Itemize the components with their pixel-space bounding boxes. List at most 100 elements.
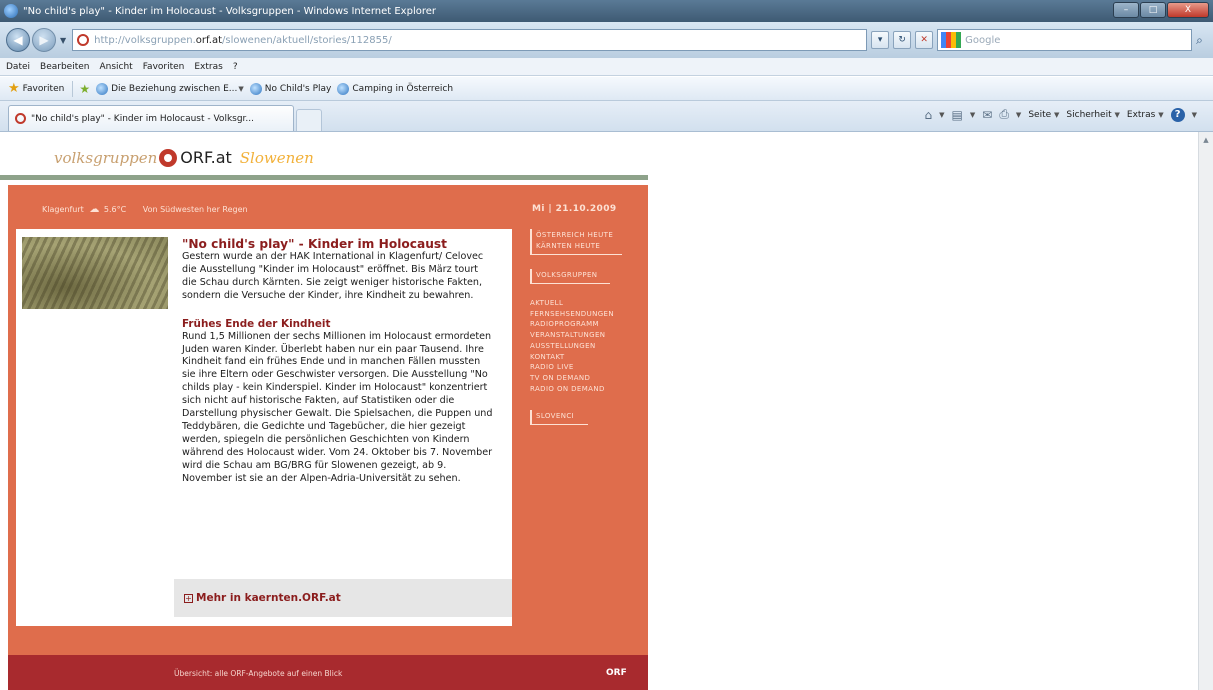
scroll-up-arrow-icon[interactable]: ▲ xyxy=(1199,136,1213,144)
address-tools: ▾ ↻ ✕ xyxy=(871,31,934,49)
site-footer: Übersicht: alle ORF-Angebote auf einen B… xyxy=(8,655,648,690)
maximize-button[interactable]: □ xyxy=(1140,2,1166,18)
address-bar[interactable]: http://volksgruppen. orf.at/slowenen/aktu… xyxy=(72,29,868,51)
nav-item-fernsehsendungen[interactable]: FERNSEHSENDUNGEN xyxy=(530,309,640,320)
nav-item-tv-on-demand[interactable]: TV ON DEMAND xyxy=(530,373,640,384)
favorite-link-3[interactable]: Camping in Österreich xyxy=(337,82,454,95)
nav-slovenci[interactable]: SLOVENCI xyxy=(530,410,588,426)
nav-item-radio-on-demand[interactable]: RADIO ON DEMAND xyxy=(530,384,640,395)
favorite-link-label: No Child's Play xyxy=(264,83,332,94)
plus-icon: + xyxy=(184,593,193,603)
page-menu[interactable]: Seite ▼ xyxy=(1028,110,1059,120)
brand-region: Slowenen xyxy=(239,148,314,167)
tools-menu[interactable]: Extras ▼ xyxy=(1127,110,1164,120)
orf-site-icon xyxy=(77,34,90,46)
nav-oesterreich-heute[interactable]: ÖSTERREICH HEUTE KÄRNTEN HEUTE xyxy=(530,229,622,255)
orf-logo-icon xyxy=(159,148,178,167)
brand-volksgruppen: volksgruppen xyxy=(54,148,158,167)
favorites-button[interactable]: Favoriten xyxy=(23,84,65,94)
favorites-bar: ★ Favoriten ★ Die Beziehung zwischen E..… xyxy=(0,77,1213,101)
tab-label: "No child's play" - Kinder im Holocaust … xyxy=(31,113,255,124)
nav-item-veranstaltungen[interactable]: VERANSTALTUNGEN xyxy=(530,330,640,341)
site-logo[interactable]: volksgruppen ORF.at Slowenen xyxy=(54,148,314,167)
article-image xyxy=(22,237,168,309)
nav-item-kontakt[interactable]: KONTAKT xyxy=(530,352,640,363)
current-date: Mi | 21.10.2009 xyxy=(532,204,617,214)
favorite-link-label: Die Beziehung zwischen E... xyxy=(111,83,238,94)
print-icon[interactable]: ⎙ xyxy=(999,107,1009,122)
menu-help[interactable]: ? xyxy=(233,62,238,72)
article: "No child's play" - Kinder im Holocaust … xyxy=(182,237,494,486)
nav-item-ausstellungen[interactable]: AUSSTELLUNGEN xyxy=(530,341,640,352)
mail-icon[interactable]: ✉ xyxy=(982,108,992,122)
url-path: /slowenen/aktuell/stories/112855/ xyxy=(222,34,392,46)
security-menu[interactable]: Sicherheit ▼ xyxy=(1066,110,1119,120)
nav-list: AKTUELL FERNSEHSENDUNGEN RADIOPROGRAMM V… xyxy=(530,298,640,394)
tab-active[interactable]: "No child's play" - Kinder im Holocaust … xyxy=(8,105,294,131)
article-title: "No child's play" - Kinder im Holocaust xyxy=(182,237,447,251)
ie-page-icon xyxy=(96,82,109,95)
feeds-icon[interactable]: ▤ xyxy=(952,108,963,122)
nav-item-aktuell[interactable]: AKTUELL xyxy=(530,298,640,309)
home-icon[interactable]: ⌂ xyxy=(925,108,933,122)
window-title: "No child's play" - Kinder im Holocaust … xyxy=(23,5,436,17)
brand-orf: ORF.at xyxy=(180,148,232,167)
print-dropdown-icon[interactable]: ▼ xyxy=(1016,111,1021,119)
article-box: "No child's play" - Kinder im Holocaust … xyxy=(16,229,512,626)
more-link[interactable]: Mehr in kaernten.ORF.at xyxy=(196,592,341,604)
address-dropdown-icon[interactable]: ▾ xyxy=(871,31,890,49)
home-dropdown-icon[interactable]: ▼ xyxy=(939,111,944,119)
search-input[interactable]: Google xyxy=(937,29,1193,51)
more-link-bar: + Mehr in kaernten.ORF.at xyxy=(174,579,512,617)
dropdown-icon: ▼ xyxy=(1054,110,1060,119)
favorite-link-1[interactable]: Die Beziehung zwischen E... ▼ xyxy=(96,82,244,95)
favorites-star-icon[interactable]: ★ xyxy=(8,81,20,96)
url-prefix: http://volksgruppen. xyxy=(94,34,196,46)
ie-logo-icon xyxy=(4,4,18,18)
article-lead: Gestern wurde an der HAK International i… xyxy=(182,251,484,301)
article-subheading: Frühes Ende der Kindheit xyxy=(182,317,331,330)
close-button[interactable]: X xyxy=(1167,2,1209,18)
site-header: volksgruppen ORF.at Slowenen xyxy=(0,132,648,180)
weather-city: Klagenfurt xyxy=(42,205,84,214)
url-domain: orf.at xyxy=(195,34,223,46)
feeds-dropdown-icon[interactable]: ▼ xyxy=(970,111,975,119)
help-icon[interactable]: ? xyxy=(1170,107,1185,122)
minimize-button[interactable]: – xyxy=(1113,2,1139,18)
menu-bar: Datei Bearbeiten Ansicht Favoriten Extra… xyxy=(0,58,1213,76)
window-titlebar: "No child's play" - Kinder im Holocaust … xyxy=(0,0,1213,22)
side-navigation: ÖSTERREICH HEUTE KÄRNTEN HEUTE VOLKSGRUP… xyxy=(530,229,640,426)
stop-icon[interactable]: ✕ xyxy=(915,31,934,49)
recent-pages-dropdown-icon[interactable]: ▼ xyxy=(60,36,66,45)
orf-site-icon xyxy=(15,113,26,124)
article-body: Rund 1,5 Millionen der sechs Millionen i… xyxy=(182,330,493,484)
nav-item-radio-live[interactable]: RADIO LIVE xyxy=(530,362,640,373)
tab-bar: "No child's play" - Kinder im Holocaust … xyxy=(0,101,1213,132)
menu-tools[interactable]: Extras xyxy=(194,62,222,72)
add-favorite-icon[interactable]: ★ xyxy=(79,82,90,96)
back-button[interactable]: ◀ xyxy=(6,28,30,52)
window-controls: – □ X xyxy=(1113,2,1209,18)
favorite-link-2[interactable]: No Child's Play xyxy=(249,82,332,95)
weather-temp: 5.6°C xyxy=(103,205,127,214)
refresh-icon[interactable]: ↻ xyxy=(893,31,912,49)
nav-volksgruppen[interactable]: VOLKSGRUPPEN xyxy=(530,269,610,284)
footer-orf-logo[interactable]: ORF xyxy=(606,668,627,678)
menu-file[interactable]: Datei xyxy=(6,62,30,72)
search-icon[interactable]: ⌕ xyxy=(1196,33,1203,48)
forward-button[interactable]: ▶ xyxy=(32,28,56,52)
menu-view[interactable]: Ansicht xyxy=(99,62,132,72)
menu-edit[interactable]: Bearbeiten xyxy=(40,62,89,72)
new-tab-button[interactable] xyxy=(296,109,322,131)
footer-overview-link[interactable]: Übersicht: alle ORF-Angebote auf einen B… xyxy=(174,669,342,678)
search-placeholder: Google xyxy=(965,34,1001,46)
weather-cloud-icon: ☁ xyxy=(89,204,100,215)
tools-menu-label: Extras xyxy=(1126,109,1156,120)
vertical-scrollbar[interactable]: ▲ xyxy=(1198,132,1213,690)
menu-favorites[interactable]: Favoriten xyxy=(143,62,185,72)
page-menu-label: Seite xyxy=(1028,109,1052,120)
nav-item-radioprogramm[interactable]: RADIOPROGRAMM xyxy=(530,319,640,330)
dropdown-icon: ▼ xyxy=(1114,110,1120,119)
help-dropdown-icon[interactable]: ▼ xyxy=(1192,111,1197,119)
favorite-link-label: Camping in Österreich xyxy=(352,83,454,94)
